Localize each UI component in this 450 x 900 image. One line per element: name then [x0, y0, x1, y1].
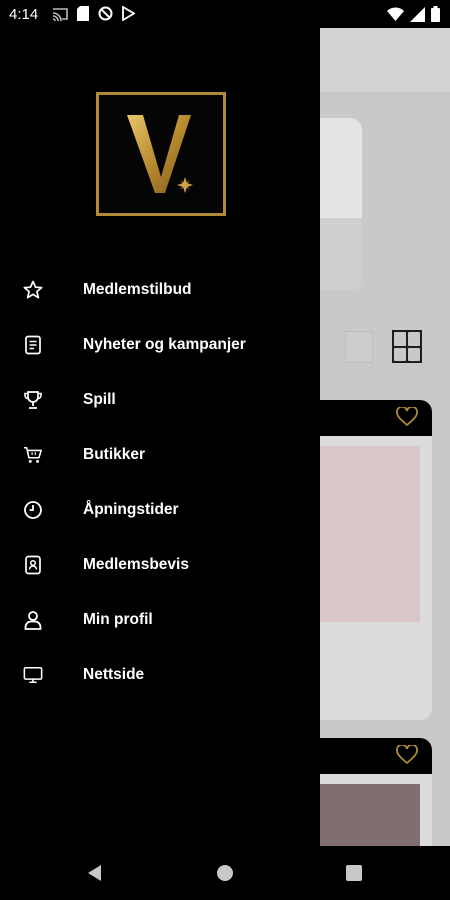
heart-icon	[396, 407, 418, 427]
menu-item-medlemsbevis[interactable]: Medlemsbevis	[0, 537, 320, 592]
person-icon	[23, 610, 43, 630]
news-icon	[23, 335, 43, 355]
menu-item-min-profil[interactable]: Min profil	[0, 592, 320, 647]
star-icon	[23, 280, 43, 300]
status-time: 4:14	[9, 6, 39, 23]
menu-item-label: Nyheter og kampanjer	[83, 335, 246, 353]
cast-icon	[52, 7, 68, 21]
signal-icon	[410, 6, 425, 22]
brand-logo	[96, 92, 226, 216]
menu-item-medlemstilbud[interactable]: Medlemstilbud	[0, 262, 320, 317]
menu-item-spill[interactable]: Spill	[0, 372, 320, 427]
menu-item-label: Min profil	[83, 610, 153, 628]
home-icon[interactable]	[216, 864, 234, 882]
menu-item-label: Butikker	[83, 445, 146, 463]
menu-item-label: Spill	[83, 390, 116, 408]
battery-icon	[431, 6, 440, 22]
drawer-menu: Medlemstilbud Nyheter og kampanjer Spill…	[0, 262, 320, 702]
play-store-icon	[122, 6, 135, 21]
navigation-drawer: Medlemstilbud Nyheter og kampanjer Spill…	[0, 28, 320, 846]
product-image	[320, 446, 420, 622]
status-bar: 4:14	[0, 0, 450, 28]
system-navigation-bar	[0, 846, 450, 900]
menu-item-nyheter[interactable]: Nyheter og kampanjer	[0, 317, 320, 372]
menu-item-label: Medlemsbevis	[83, 555, 189, 573]
menu-item-butikker[interactable]: Butikker	[0, 427, 320, 482]
menu-item-label: Nettside	[83, 665, 145, 683]
blocked-icon	[98, 6, 113, 21]
trophy-icon	[23, 390, 43, 410]
clock-icon	[23, 500, 43, 520]
menu-item-nettside[interactable]: Nettside	[0, 647, 320, 702]
sd-card-icon	[77, 6, 89, 21]
monitor-icon	[23, 665, 43, 685]
grid-view-button	[392, 330, 422, 363]
recents-icon[interactable]	[346, 865, 362, 881]
menu-item-label: Medlemstilbud	[83, 280, 192, 298]
wifi-icon	[387, 7, 404, 21]
menu-item-apningstider[interactable]: Åpningstider	[0, 482, 320, 537]
back-icon[interactable]	[86, 864, 104, 882]
menu-item-label: Åpningstider	[83, 500, 179, 518]
member-card-icon	[23, 555, 43, 575]
v-star-logo-icon	[127, 115, 193, 193]
product-image	[320, 784, 420, 846]
cart-icon	[23, 445, 43, 465]
list-view-button	[345, 331, 373, 363]
heart-icon	[396, 745, 418, 765]
